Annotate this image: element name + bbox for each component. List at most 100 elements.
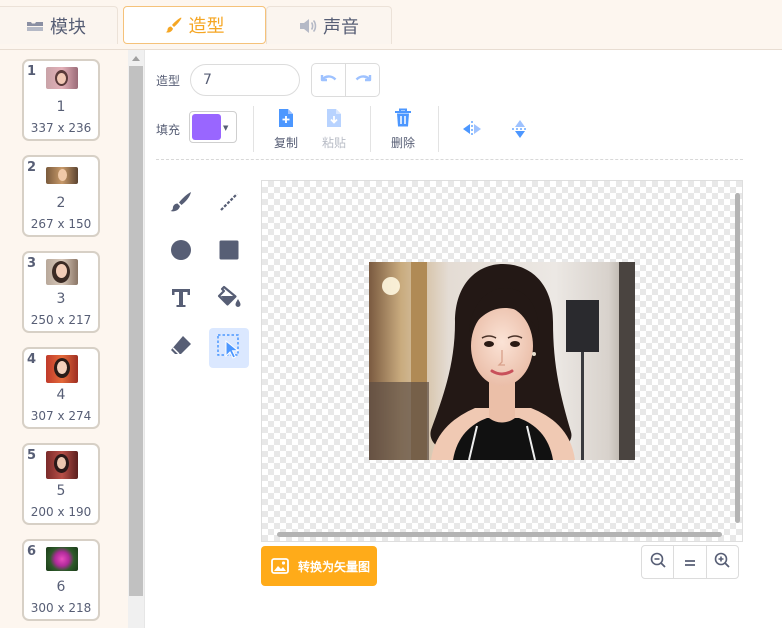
costume-thumbnail bbox=[46, 259, 78, 285]
brush-tool[interactable] bbox=[161, 184, 201, 224]
costume-photo[interactable] bbox=[369, 262, 635, 460]
equals-icon bbox=[684, 553, 696, 572]
redo-button[interactable] bbox=[345, 64, 379, 96]
tab-costumes[interactable]: 造型 bbox=[123, 6, 266, 44]
brush-icon bbox=[169, 190, 193, 218]
fill-color-swatch bbox=[192, 114, 221, 140]
fill-tool[interactable] bbox=[209, 280, 249, 320]
paint-canvas[interactable] bbox=[261, 180, 743, 542]
flip-vertical-button[interactable] bbox=[498, 107, 542, 151]
costume-thumbnail bbox=[46, 451, 78, 479]
select-icon bbox=[216, 333, 242, 363]
zoom-in-icon bbox=[714, 552, 730, 572]
undo-icon bbox=[320, 71, 338, 90]
image-icon bbox=[271, 558, 289, 574]
costume-name: 5 bbox=[56, 483, 66, 499]
scroll-up-arrow-icon[interactable] bbox=[132, 56, 140, 61]
costume-item-6[interactable]: 6 6 300 x 218 bbox=[22, 539, 100, 621]
flip-horizontal-icon bbox=[461, 107, 483, 151]
costume-number: 4 bbox=[27, 352, 37, 367]
circle-icon bbox=[169, 238, 193, 266]
zoom-out-button[interactable] bbox=[642, 546, 673, 578]
costume-number: 1 bbox=[27, 64, 37, 79]
costume-number: 3 bbox=[27, 256, 37, 271]
undo-button[interactable] bbox=[312, 64, 345, 96]
costume-name: 6 bbox=[56, 579, 66, 595]
convert-to-vector-button[interactable]: 转换为矢量图 bbox=[261, 546, 377, 586]
paste-icon bbox=[325, 107, 343, 129]
circle-tool[interactable] bbox=[161, 232, 201, 272]
costume-name: 1 bbox=[56, 99, 66, 115]
costume-item-2[interactable]: 2 2 267 x 150 bbox=[22, 155, 100, 237]
fill-icon bbox=[216, 285, 242, 315]
delete-button[interactable]: 删除 bbox=[381, 107, 425, 151]
tab-costumes-label: 造型 bbox=[188, 16, 225, 37]
paint-editor: 造型 7 填充 ▼ 复制 粘贴 删除 转换为矢量图 bbox=[146, 50, 782, 628]
fill-label: 填充 bbox=[156, 123, 181, 137]
tab-sounds-label: 声音 bbox=[323, 16, 359, 38]
costume-name: 3 bbox=[56, 291, 66, 307]
fill-color-picker[interactable]: ▼ bbox=[189, 111, 237, 143]
costume-name: 4 bbox=[56, 387, 66, 403]
rectangle-tool[interactable] bbox=[209, 232, 249, 272]
eraser-icon bbox=[169, 334, 193, 362]
costume-thumbnail bbox=[46, 355, 78, 383]
costume-item-3[interactable]: 3 3 250 x 217 bbox=[22, 251, 100, 333]
costume-number: 2 bbox=[27, 160, 37, 175]
costume-list: 1 1 337 x 236 2 2 267 x 150 3 3 250 x 21… bbox=[0, 50, 128, 628]
costume-size: 300 x 218 bbox=[30, 601, 92, 615]
paste-label: 粘贴 bbox=[321, 136, 346, 150]
costume-size: 250 x 217 bbox=[30, 313, 92, 327]
costume-thumbnail bbox=[46, 67, 78, 89]
blocks-icon bbox=[26, 19, 44, 33]
canvas-vertical-scrollbar[interactable] bbox=[735, 193, 740, 523]
eraser-tool[interactable] bbox=[161, 328, 201, 368]
tab-blocks[interactable]: 模块 bbox=[0, 6, 118, 44]
tab-blocks-label: 模块 bbox=[50, 16, 86, 38]
zoom-controls bbox=[641, 545, 739, 579]
costume-item-1[interactable]: 1 1 337 x 236 bbox=[22, 59, 100, 141]
zoom-in-button[interactable] bbox=[705, 546, 738, 578]
canvas-horizontal-scrollbar[interactable] bbox=[277, 532, 722, 537]
costume-thumbnail bbox=[46, 167, 78, 184]
convert-to-vector-label: 转换为矢量图 bbox=[298, 559, 371, 574]
zoom-out-icon bbox=[650, 552, 666, 572]
copy-label: 复制 bbox=[273, 136, 298, 150]
paintbrush-icon bbox=[165, 16, 183, 34]
line-icon bbox=[217, 190, 241, 218]
costume-size: 200 x 190 bbox=[30, 505, 92, 519]
dropdown-caret-icon: ▼ bbox=[223, 124, 229, 132]
flip-horizontal-button[interactable] bbox=[450, 107, 494, 151]
costume-name-input[interactable]: 7 bbox=[190, 64, 300, 96]
undo-redo-group bbox=[311, 63, 380, 97]
costume-item-5[interactable]: 5 5 200 x 190 bbox=[22, 443, 100, 525]
rectangle-icon bbox=[217, 238, 241, 266]
flip-vertical-icon bbox=[511, 107, 529, 151]
costume-list-scrollbar[interactable] bbox=[128, 50, 145, 628]
copy-button[interactable]: 复制 bbox=[264, 107, 308, 151]
delete-label: 删除 bbox=[390, 136, 415, 150]
costume-thumbnail bbox=[46, 547, 78, 571]
line-tool[interactable] bbox=[209, 184, 249, 224]
copy-icon bbox=[277, 107, 295, 129]
costume-size: 337 x 236 bbox=[30, 121, 92, 135]
scrollbar-thumb[interactable] bbox=[129, 66, 143, 596]
zoom-reset-button[interactable] bbox=[673, 546, 705, 578]
editor-tab-bar: 模块 造型 声音 bbox=[0, 0, 782, 50]
toolbar-separator bbox=[156, 159, 743, 160]
text-tool[interactable] bbox=[161, 280, 201, 320]
toolbar-divider bbox=[438, 106, 439, 152]
speaker-icon bbox=[299, 18, 317, 34]
toolbar-divider bbox=[253, 106, 254, 152]
select-tool[interactable] bbox=[209, 328, 249, 368]
costume-number: 5 bbox=[27, 448, 37, 463]
trash-icon bbox=[394, 107, 412, 129]
paste-button[interactable]: 粘贴 bbox=[312, 107, 356, 151]
costume-number: 6 bbox=[27, 544, 37, 559]
costume-item-4[interactable]: 4 4 307 x 274 bbox=[22, 347, 100, 429]
redo-icon bbox=[354, 71, 372, 90]
tab-sounds[interactable]: 声音 bbox=[266, 6, 392, 44]
costume-name-label: 造型 bbox=[156, 74, 181, 88]
text-icon bbox=[169, 286, 193, 314]
costume-name: 2 bbox=[56, 195, 66, 211]
